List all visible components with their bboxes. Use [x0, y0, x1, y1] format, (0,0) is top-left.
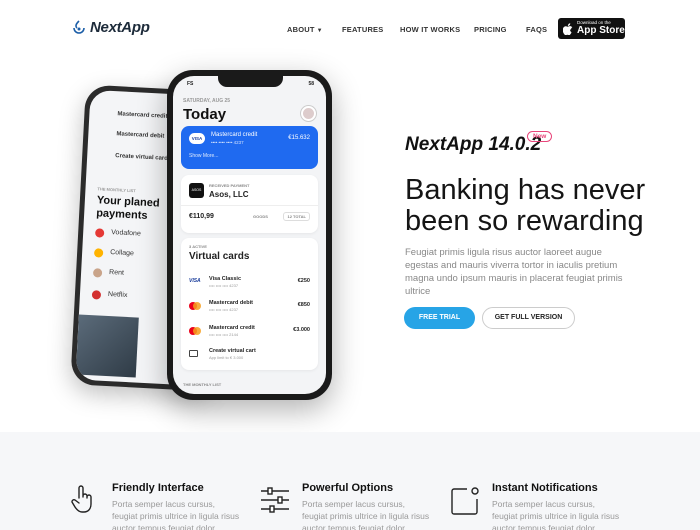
payment-label: RECEIVED PAYMENT: [209, 183, 250, 188]
back-item-1: Vodafone: [111, 229, 141, 238]
collage-icon: [93, 248, 104, 258]
back-row-1: Mastercard credit: [117, 111, 168, 120]
phone-title: Today: [183, 106, 227, 123]
feature-text: Porta semper lacus cursus, feugiat primi…: [112, 499, 240, 530]
back-heading-2: payments: [95, 207, 148, 222]
front-phone-screen: FS 58 SATURDAY, AUG 25 Today VISA Master…: [173, 76, 326, 394]
appstore-big-label: App Store: [577, 25, 625, 37]
back-item-4: Netflix: [107, 290, 128, 299]
logo-icon: [73, 20, 85, 34]
caret-down-icon: ▼: [316, 28, 323, 34]
avatar[interactable]: [301, 106, 316, 121]
vc-number: •••• •••• •••• 2144: [209, 332, 239, 337]
free-trial-button[interactable]: FREE TRIAL: [404, 307, 475, 329]
feature-title: Powerful Options: [302, 482, 394, 494]
card-number: •••• •••• •••• 4237: [211, 140, 244, 145]
nav-pricing[interactable]: PRICING: [474, 25, 507, 34]
carrier-label: FS: [187, 81, 194, 87]
get-full-version-button[interactable]: GET FULL VERSION: [482, 307, 575, 329]
brand-logo[interactable]: NextApp: [72, 19, 150, 36]
brand-name: NextApp: [90, 19, 150, 36]
feature-text: Porta semper lacus cursus, feugiat primi…: [492, 499, 620, 530]
vc-number: •••• •••• •••• 4237: [209, 283, 239, 288]
new-badge: New: [527, 131, 553, 142]
nav-about[interactable]: ABOUT ▼: [287, 25, 323, 34]
credit-card-tile[interactable]: VISA Mastercard credit •••• •••• •••• 42…: [181, 126, 318, 169]
virtual-title: Virtual cards: [189, 251, 250, 262]
sliders-icon: [261, 487, 289, 513]
visa-logo-icon: VISA: [189, 133, 205, 144]
virtual-cards-panel: 3 ACTIVE Virtual cards VISA Visa Classic…: [181, 238, 318, 370]
show-more-link[interactable]: Show More...: [189, 153, 218, 159]
visa-icon: VISA: [189, 278, 201, 284]
back-list-label: THE MONTHLY LIST: [97, 186, 136, 194]
features-section: Friendly Interface Porta semper lacus cu…: [0, 432, 700, 530]
version-title: NextApp 14.0.2: [405, 134, 542, 155]
netflix-icon: [91, 290, 102, 300]
back-row-3: Create virtual card: [115, 153, 169, 162]
mastercard-icon: [189, 302, 201, 310]
top-navbar: NextApp ABOUT ▼ FEATURES HOW IT WORKS PRI…: [0, 0, 700, 60]
feature-text: Porta semper lacus cursus, feugiat primi…: [302, 499, 430, 530]
apple-icon: [563, 22, 573, 35]
hero-description: Feugiat primis ligula risus auctor laore…: [405, 247, 623, 297]
back-item-2: Collage: [110, 249, 135, 258]
vc-amount: €250: [297, 278, 310, 284]
card-plus-icon: [189, 350, 198, 357]
divider: [181, 205, 318, 206]
back-item-3: Rent: [108, 269, 125, 277]
nav-how-it-works[interactable]: HOW IT WORKS: [400, 25, 460, 34]
hand-pointer-icon: [71, 485, 92, 513]
mastercard-icon: [189, 327, 201, 335]
nav-about-label: ABOUT: [287, 25, 315, 34]
vodafone-icon: [94, 228, 105, 238]
payment-merchant: Asos, LLC: [209, 190, 249, 199]
payment-tag-goods: GOODS: [253, 214, 268, 219]
vc-name: Visa Classic: [209, 276, 242, 282]
phone-date: SATURDAY, AUG 25: [183, 98, 231, 104]
app-store-button[interactable]: Download on the App Store: [558, 18, 625, 39]
create-sub: App limit to € 3.000: [209, 355, 244, 360]
rent-icon: [92, 268, 103, 278]
asos-logo-icon: ASOS: [189, 183, 204, 198]
vc-amount: €850: [297, 302, 310, 308]
card-amount: €15.632: [288, 135, 310, 141]
virtual-count: 3 ACTIVE: [189, 244, 207, 249]
hero-headline: Banking has never been so rewarding: [405, 174, 646, 237]
vc-name: Mastercard credit: [209, 325, 255, 331]
back-row-2: Mastercard debit: [116, 131, 165, 140]
feature-title: Instant Notifications: [492, 482, 598, 494]
payment-amount: €110,99: [189, 213, 214, 220]
front-phone-mockup: FS 58 SATURDAY, AUG 25 Today VISA Master…: [167, 70, 332, 400]
payment-tag-total: 12 TOTAL: [283, 212, 310, 221]
vc-name: Mastercard debit: [209, 300, 254, 306]
back-photo: [75, 314, 139, 378]
notification-icon: [451, 487, 479, 515]
nav-features[interactable]: FEATURES: [342, 25, 383, 34]
vc-number: •••• •••• •••• 4237: [209, 307, 239, 312]
vc-amount: €3.000: [293, 327, 310, 333]
feature-title: Friendly Interface: [112, 482, 204, 494]
create-label: Create virtual cart: [209, 348, 256, 354]
phone-notch: [218, 76, 283, 87]
monthly-list-label: THE MONTHLY LIST: [183, 382, 222, 387]
nav-faqs[interactable]: FAQS: [526, 25, 547, 34]
card-name: Mastercard credit: [211, 132, 258, 138]
battery-label: 58: [308, 81, 314, 87]
payment-card[interactable]: ASOS RECEIVED PAYMENT Asos, LLC €110,99 …: [181, 175, 318, 233]
